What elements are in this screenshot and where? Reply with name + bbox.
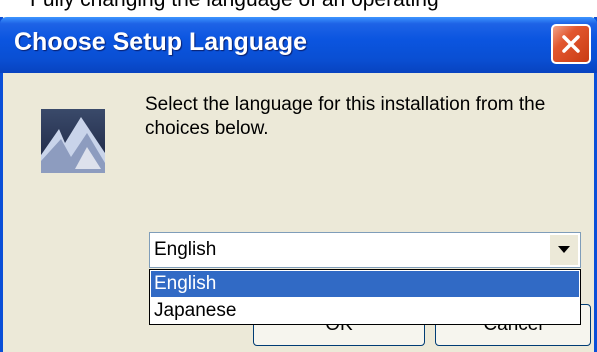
- setup-logo-icon: [41, 109, 105, 173]
- screenshot: Fully changing the language of an operat…: [0, 0, 597, 352]
- dialog-title: Choose Setup Language: [14, 28, 308, 56]
- title-bar[interactable]: Choose Setup Language: [0, 17, 597, 73]
- setup-language-dialog: Choose Setup Language Select the languag…: [0, 17, 597, 352]
- language-dropdown-list: English Japanese: [149, 269, 581, 325]
- close-icon: [562, 35, 580, 53]
- dropdown-arrow-button[interactable]: [550, 235, 578, 265]
- language-option-english[interactable]: English: [151, 271, 579, 297]
- language-select[interactable]: English: [149, 232, 581, 268]
- language-select-value: English: [154, 239, 217, 260]
- close-button[interactable]: [551, 24, 591, 64]
- language-option-japanese[interactable]: Japanese: [151, 298, 579, 324]
- background-window-text: Fully changing the language of an operat…: [30, 0, 597, 12]
- instruction-text: Select the language for this installatio…: [145, 94, 546, 139]
- chevron-down-icon: [558, 246, 570, 253]
